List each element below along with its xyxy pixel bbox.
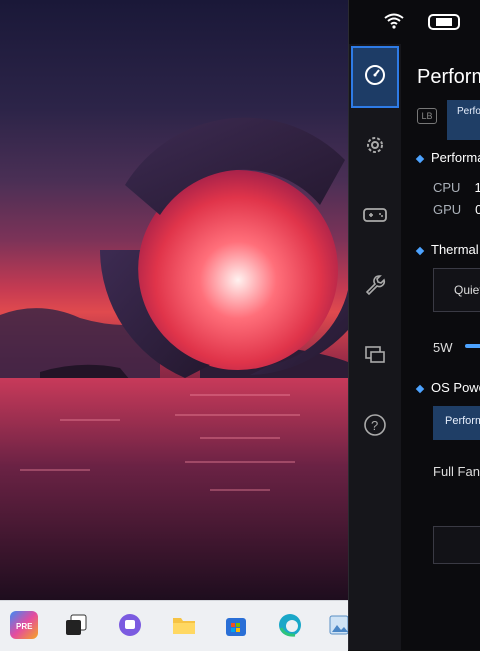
cpu-value: 1 — [474, 180, 480, 195]
sidebar-item-settings[interactable] — [351, 116, 399, 178]
cpu-label: CPU — [433, 180, 461, 195]
wifi-icon[interactable] — [383, 12, 405, 35]
panel-content: Performance LB Performance Performance C… — [401, 44, 480, 650]
os-power-performance-button[interactable]: Performance — [433, 406, 480, 440]
svg-text:?: ? — [371, 418, 378, 433]
power-slider-min-label: 5W — [433, 340, 453, 355]
file-explorer-icon[interactable] — [170, 611, 198, 639]
settings-gear-icon — [363, 133, 387, 162]
fan-control-button[interactable] — [433, 526, 480, 564]
thermal-quiet-label: Quiet — [454, 283, 480, 297]
panel-sidebar: ? — [349, 44, 401, 650]
tab-performance[interactable]: Performance — [447, 100, 480, 140]
power-slider[interactable] — [465, 344, 480, 348]
quick-settings-panel: ? Performance LB Performance Performance… — [348, 0, 480, 650]
sidebar-item-tools[interactable] — [351, 256, 399, 318]
display-icon — [363, 343, 387, 372]
performance-gauge-icon — [363, 63, 387, 92]
copilot-pre-icon[interactable]: PRE — [10, 611, 38, 639]
handheld-device-icon[interactable] — [427, 12, 461, 37]
taskbar: PRE — [0, 600, 348, 651]
gpu-row: GPU 0 — [433, 202, 480, 217]
page-title: Performance — [417, 66, 480, 88]
section-bullet-icon — [415, 246, 425, 255]
store-icon[interactable] — [222, 611, 250, 639]
sidebar-item-controller[interactable] — [351, 186, 399, 248]
help-icon: ? — [363, 413, 387, 442]
gpu-label: GPU — [433, 202, 462, 217]
desktop-wallpaper — [0, 0, 348, 600]
cpu-row: CPU 1 — [433, 180, 480, 195]
section-thermal-label: Thermal — [431, 242, 479, 257]
section-os-power-label: OS Power — [431, 380, 480, 395]
task-view-icon[interactable] — [62, 611, 90, 639]
wrench-icon — [363, 273, 387, 302]
panel-top-bar — [349, 0, 480, 44]
thermal-quiet-option[interactable]: Quiet — [433, 268, 480, 312]
full-fan-label: Full Fan — [433, 464, 480, 479]
sidebar-item-performance[interactable] — [351, 46, 399, 108]
svg-text:PRE: PRE — [16, 622, 33, 630]
gpu-value: 0 — [475, 202, 480, 217]
edge-icon[interactable] — [276, 611, 304, 639]
section-bullet-icon — [415, 154, 425, 163]
section-bullet-icon — [415, 384, 425, 393]
sidebar-item-display[interactable] — [351, 326, 399, 388]
photos-icon[interactable] — [328, 611, 348, 639]
sidebar-item-help[interactable]: ? — [351, 396, 399, 458]
section-thermal: Thermal — [415, 242, 479, 257]
teams-icon[interactable] — [116, 611, 144, 639]
controller-icon — [362, 205, 388, 230]
lb-button-hint: LB — [417, 108, 437, 124]
section-performance: Performance — [415, 150, 480, 165]
section-performance-label: Performance — [431, 150, 480, 165]
section-os-power: OS Power — [415, 380, 480, 395]
